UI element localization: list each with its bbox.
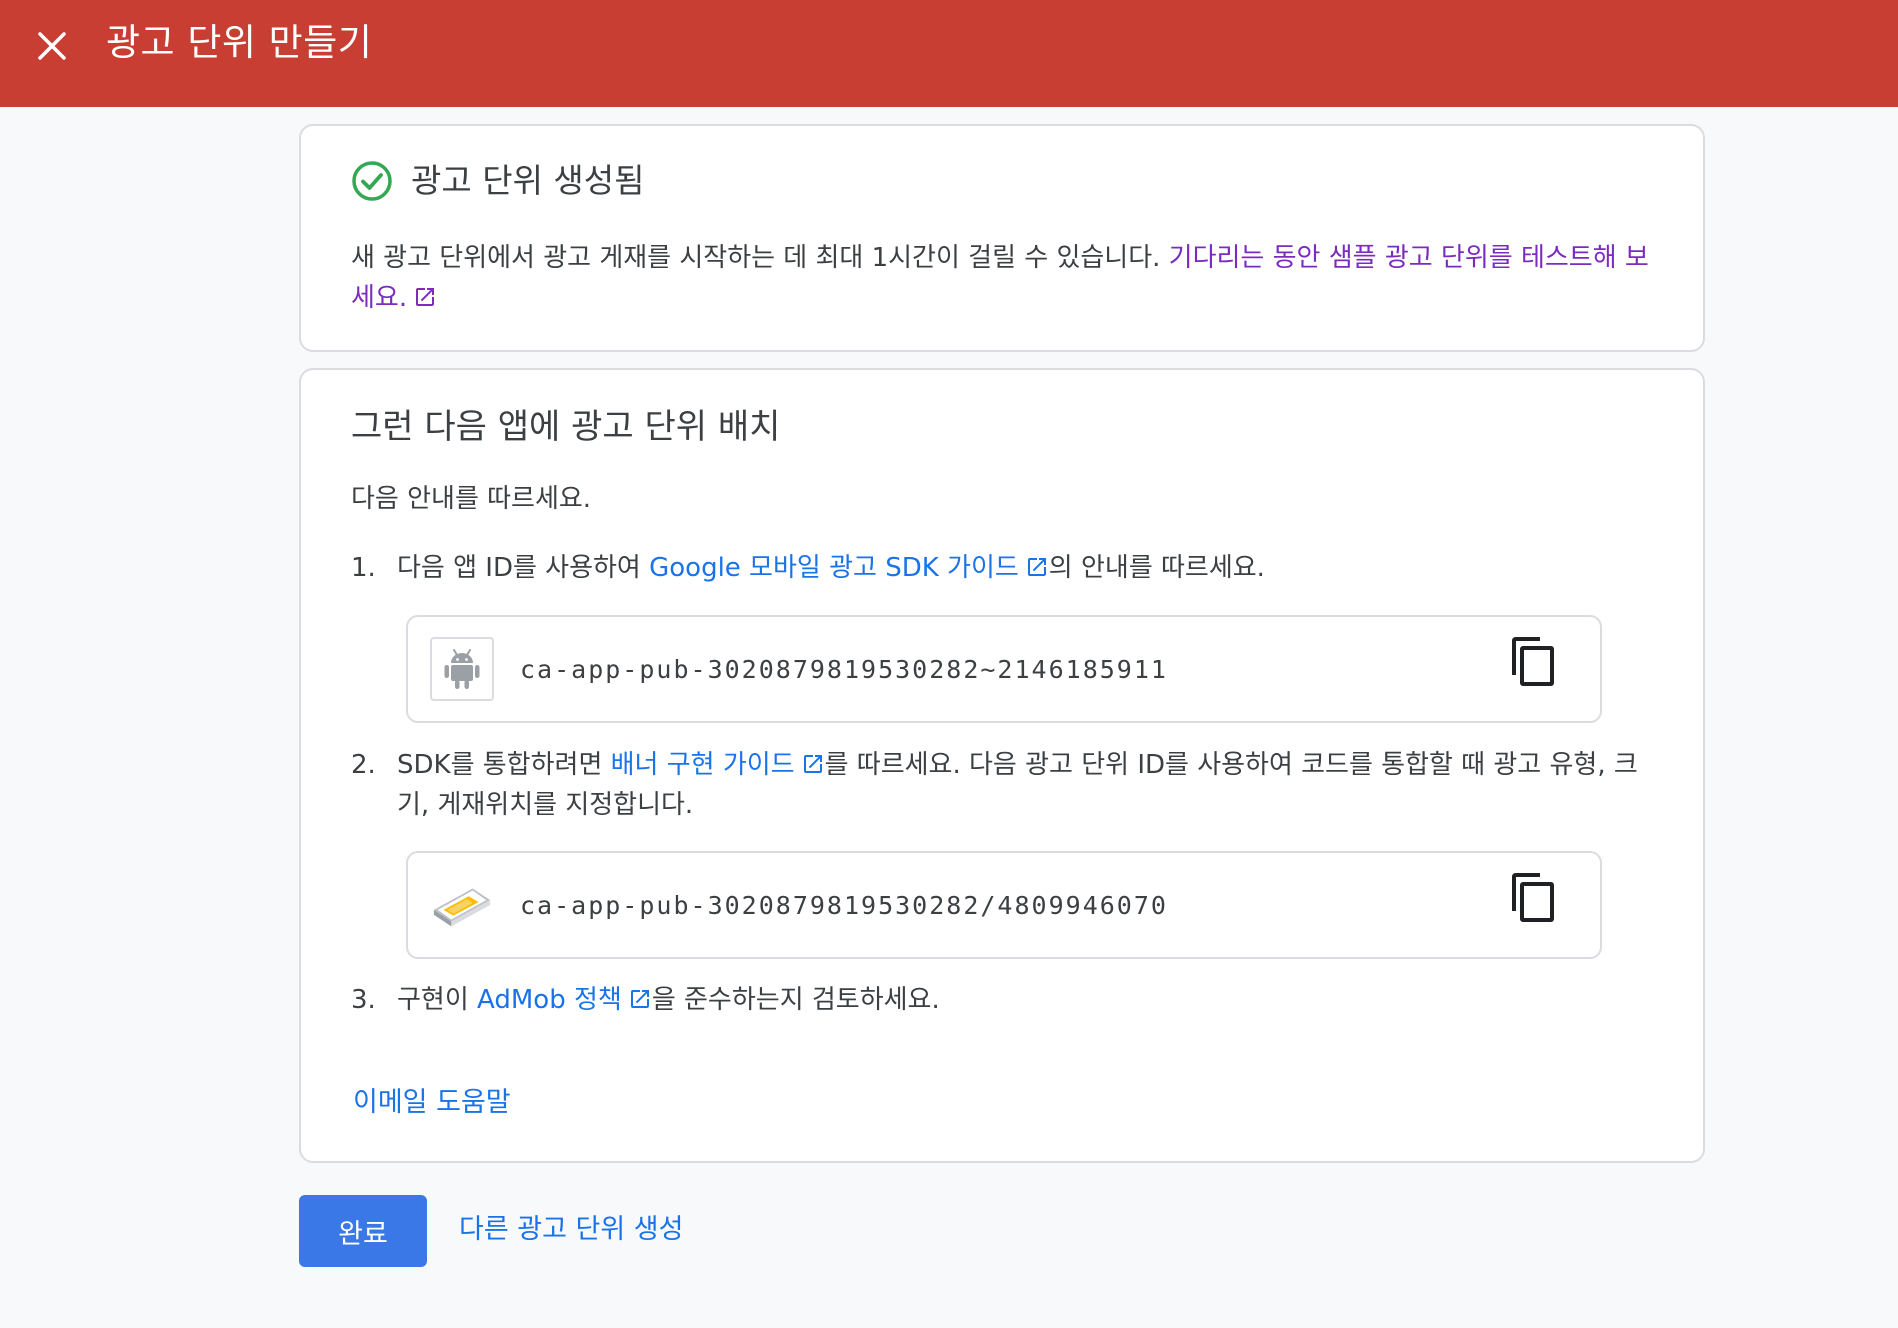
copy-icon <box>1512 873 1554 922</box>
step-text: SDK를 통합하려면 배너 구현 가이드 를 따르세요. 다음 광고 단위 ID… <box>397 745 1667 825</box>
setup-intro: 다음 안내를 따르세요. <box>351 484 592 514</box>
step-text-before: SDK를 통합하려면 <box>397 750 611 780</box>
external-link-icon <box>630 990 649 1008</box>
done-button[interactable]: 완료 <box>299 1195 427 1267</box>
success-message-text: 새 광고 단위에서 광고 게재를 시작하는 데 최대 1시간이 걸릴 수 있습니… <box>351 243 1169 273</box>
external-link-icon <box>416 288 435 306</box>
success-card: 광고 단위 생성됨 새 광고 단위에서 광고 게재를 시작하는 데 최대 1시간… <box>299 124 1705 352</box>
step-item: 1. 다음 앱 ID를 사용하여 Google 모바일 광고 SDK 가이드 의… <box>351 548 1667 588</box>
step-text-before: 구현이 <box>397 985 478 1015</box>
success-message: 새 광고 단위에서 광고 게재를 시작하는 데 최대 1시간이 걸릴 수 있습니… <box>351 238 1671 318</box>
sdk-guide-link-label: Google 모바일 광고 SDK 가이드 <box>649 553 1019 583</box>
step-text-after: 의 안내를 따르세요. <box>1048 553 1265 583</box>
step-text: 다음 앱 ID를 사용하여 Google 모바일 광고 SDK 가이드 의 안내… <box>397 548 1667 588</box>
app-id-box: ca-app-pub-3020879819530282~2146185911 <box>406 615 1602 723</box>
ad-unit-id-box: ca-app-pub-3020879819530282/4809946070 <box>406 851 1602 959</box>
admob-policy-link-label: AdMob 정책 <box>477 985 622 1015</box>
external-link-icon <box>803 755 822 773</box>
app-id-value: ca-app-pub-3020879819530282~2146185911 <box>520 655 1168 684</box>
sdk-guide-link[interactable]: Google 모바일 광고 SDK 가이드 <box>649 553 1049 583</box>
step-text-after: 을 준수하는지 검토하세요. <box>651 985 940 1015</box>
step-text-before: 다음 앱 ID를 사용하여 <box>397 553 650 583</box>
step-text: 구현이 AdMob 정책 을 준수하는지 검토하세요. <box>397 980 1667 1020</box>
step-item: 3. 구현이 AdMob 정책 을 준수하는지 검토하세요. <box>351 980 1667 1020</box>
setup-title: 그런 다음 앱에 광고 단위 배치 <box>351 407 781 447</box>
top-app-bar: 광고 단위 만들기 <box>0 0 1898 107</box>
external-link-icon <box>1027 558 1046 576</box>
copy-icon <box>1512 637 1554 686</box>
banner-guide-link[interactable]: 배너 구현 가이드 <box>611 750 825 780</box>
create-another-ad-unit-button[interactable]: 다른 광고 단위 생성 <box>459 1208 683 1252</box>
close-button[interactable] <box>30 24 74 68</box>
ad-unit-id-value: ca-app-pub-3020879819530282/4809946070 <box>520 891 1168 920</box>
success-title: 광고 단위 생성됨 <box>411 161 645 200</box>
admob-policy-link[interactable]: AdMob 정책 <box>477 985 652 1015</box>
copy-app-id-button[interactable] <box>1510 635 1560 691</box>
step-item: 2. SDK를 통합하려면 배너 구현 가이드 를 따르세요. 다음 광고 단위… <box>351 745 1667 825</box>
step-number: 2. <box>351 750 376 780</box>
success-header: 광고 단위 생성됨 <box>351 159 645 203</box>
android-icon <box>430 637 494 701</box>
close-icon <box>38 32 66 60</box>
banner-guide-link-label: 배너 구현 가이드 <box>610 750 795 780</box>
setup-card: 그런 다음 앱에 광고 단위 배치 다음 안내를 따르세요. 1. 다음 앱 I… <box>299 368 1705 1163</box>
email-help-link[interactable]: 이메일 도움말 <box>353 1080 511 1119</box>
banner-ad-icon <box>430 873 494 937</box>
check-circle-icon <box>352 161 392 201</box>
step-number: 1. <box>351 553 376 583</box>
copy-ad-unit-id-button[interactable] <box>1510 871 1560 927</box>
step-number: 3. <box>351 985 376 1015</box>
page-title: 광고 단위 만들기 <box>106 21 373 64</box>
